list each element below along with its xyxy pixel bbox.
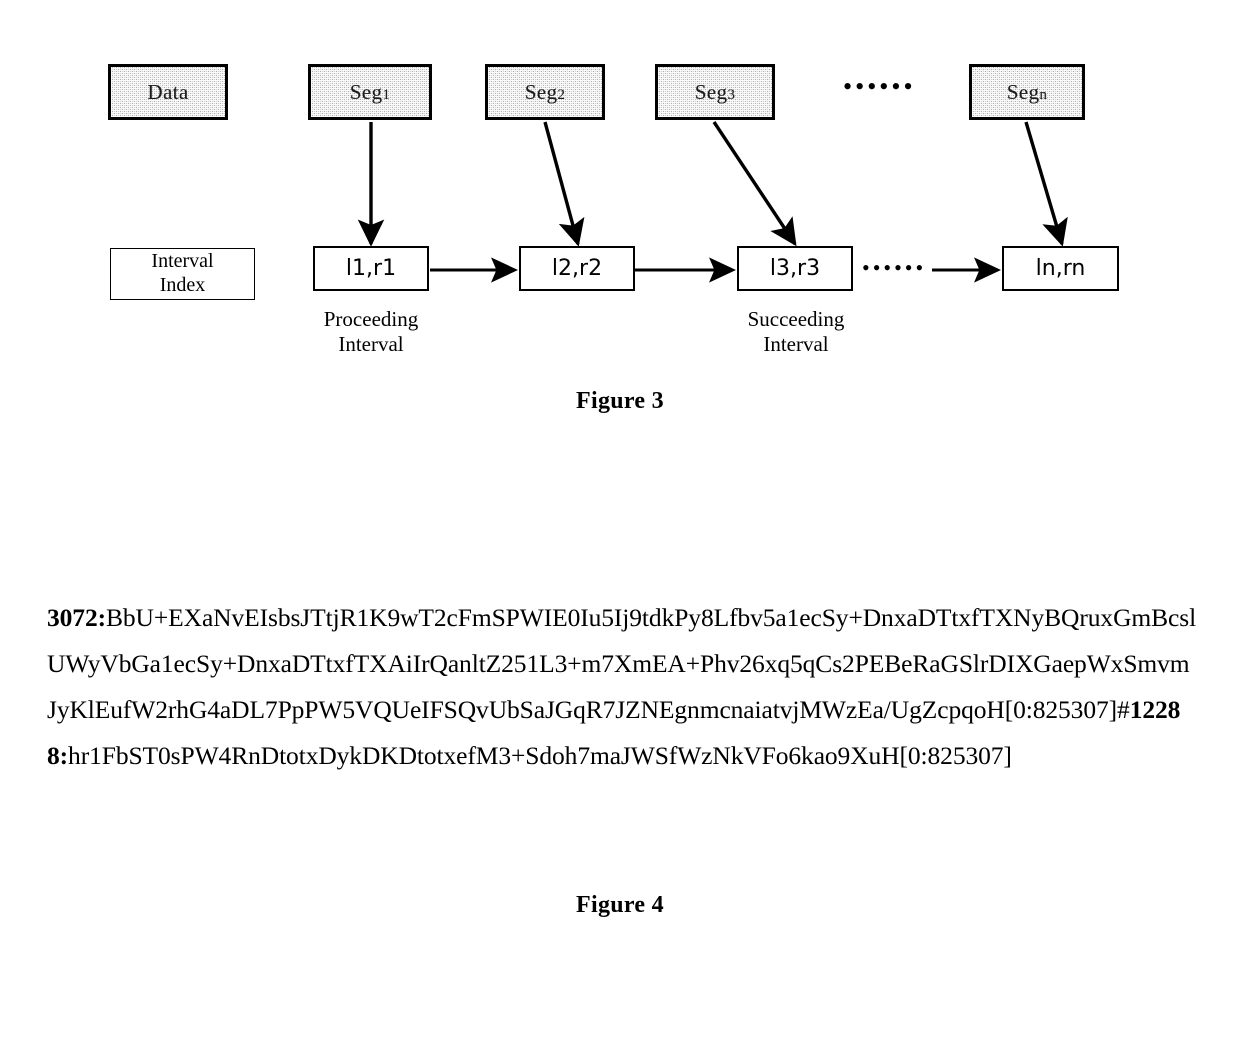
hash-text-paragraph: 3072:BbU+EXaNvEIsbsJTtjR1K9wT2cFmSPWIE0I…	[47, 595, 1197, 779]
figure-4-caption: Figure 4	[576, 892, 664, 918]
hash-text-run: hr1FbST0sPW4RnDtotxDykDKDtotxefM3+S	[68, 741, 540, 770]
data-box: Data	[108, 64, 228, 120]
segment-row-ellipsis: ••••••	[843, 72, 916, 101]
segment-box-3: Seg 3	[655, 64, 775, 120]
interval-box-1: l1,r1	[313, 246, 429, 291]
interval-box-1-label: l1,r1	[345, 256, 397, 281]
segment-box-1-label: Seg	[349, 79, 383, 104]
hash-text-run: doh7maJWSfWzNkVFo6kao9XuH[0:825307]	[539, 741, 1012, 770]
segment-box-2: Seg 2	[485, 64, 605, 120]
segment-box-3-label: Seg	[694, 79, 728, 104]
annotation-proceeding-line-1: Proceeding	[323, 307, 419, 331]
figure-3-diagram: Data Seg 1 Seg 2 Seg 3 •••••• Seg n Interval…	[0, 0, 1240, 430]
interval-box-2: l2,r2	[519, 246, 635, 291]
hash-bold-marker: 3072:	[47, 603, 106, 632]
interval-index-line-1: Interval	[151, 250, 214, 273]
data-box-label: Data	[147, 79, 189, 104]
segment-box-2-label: Seg	[524, 79, 558, 104]
interval-box-n: ln,rn	[1002, 246, 1119, 291]
figure-3-caption: Figure 3	[576, 388, 664, 414]
interval-row-ellipsis: ••••••	[862, 255, 927, 280]
annotation-proceeding-line-2: Interval	[338, 332, 404, 357]
hash-text-run: mcnaiatvjMWzEa/UgZcpqoH[0:825307]#	[699, 695, 1130, 724]
annotation-proceeding-interval: Proceeding Interval	[281, 307, 461, 357]
interval-box-3: l3,r3	[737, 246, 853, 291]
annotation-succeeding-interval: Succeeding Interval	[706, 307, 886, 357]
segment-box-n-subscript: n	[1039, 86, 1048, 103]
figure-4-block: 3072:BbU+EXaNvEIsbsJTtjR1K9wT2cFmSPWIE0I…	[0, 595, 1240, 955]
hash-text-run: BbU+EXaNvEIsbsJTtjR1K9wT2cFmSPWIE0Iu5Ij9…	[106, 603, 1032, 632]
annotation-succeeding-line-2: Interval	[763, 332, 829, 357]
arrow-seg2-to-interval2	[543, 121, 585, 247]
interval-index-box: Interval Index	[110, 248, 255, 300]
arrow-seg3-to-interval3	[712, 121, 797, 247]
segment-box-3-subscript: 3	[727, 86, 736, 103]
arrow-segn-to-intervaln	[1024, 121, 1068, 247]
segment-box-n-label: Seg	[1006, 79, 1040, 104]
interval-box-3-label: l3,r3	[769, 256, 821, 281]
segment-box-n: Seg n	[969, 64, 1085, 120]
segment-box-1: Seg 1	[308, 64, 432, 120]
annotation-succeeding-line-1: Succeeding	[747, 307, 845, 331]
interval-box-2-label: l2,r2	[551, 256, 603, 281]
segment-box-1-subscript: 1	[382, 86, 391, 103]
interval-index-line-2: Index	[159, 274, 206, 296]
patent-figure-page: Data Seg 1 Seg 2 Seg 3 •••••• Seg n Interval…	[0, 0, 1240, 1045]
segment-box-2-subscript: 2	[557, 86, 566, 103]
interval-box-n-label: ln,rn	[1035, 256, 1086, 281]
